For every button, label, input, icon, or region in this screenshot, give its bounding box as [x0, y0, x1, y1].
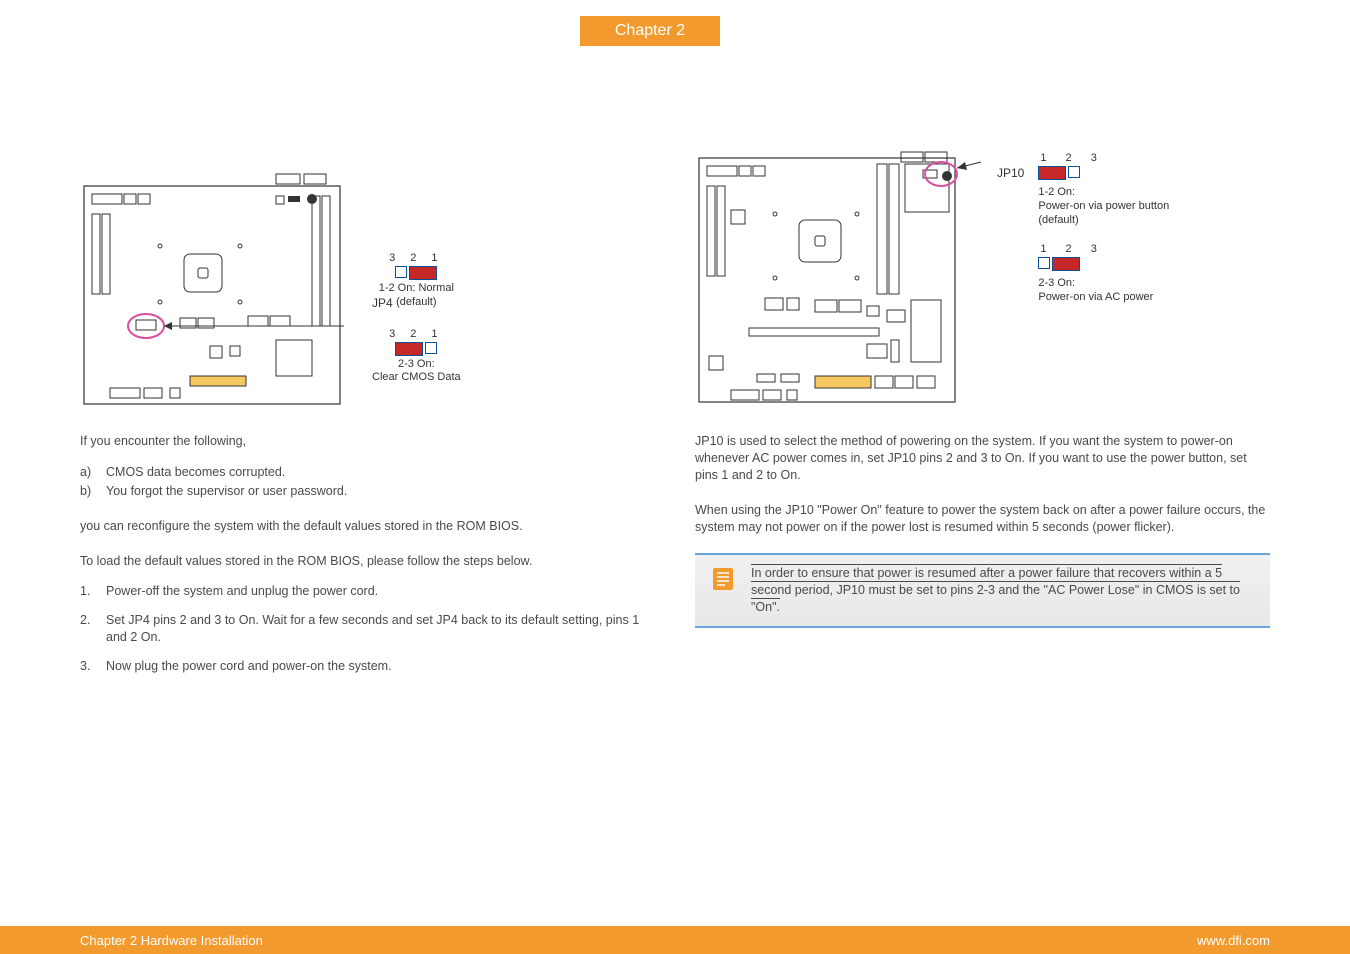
pin-numbers: 1 2 3 [1038, 243, 1169, 255]
jp10-para2: When using the JP10 "Power On" feature t… [695, 502, 1270, 536]
footer-bar: Chapter 2 Hardware Installation www.dfi.… [0, 926, 1350, 954]
pin-numbers: 3 2 1 [372, 252, 461, 264]
note-icon [709, 565, 737, 593]
step-2: 2.Set JP4 pins 2 and 3 to On. Wait for a… [80, 612, 655, 646]
condition-a: a)CMOS data becomes corrupted. [80, 464, 655, 481]
jp4-label: JP4 [372, 296, 393, 310]
jp10-button-label: 1-2 On: Power-on via power button (defau… [1038, 186, 1169, 227]
jp10-ac-label: 2-3 On: Power-on via AC power [1038, 277, 1169, 305]
jp4-setting-clear: 3 2 1 2-3 On: Clear CMOS Data [372, 328, 461, 386]
jp10-setting-ac: 1 2 3 2-3 On: Power-on via AC power [1038, 243, 1169, 305]
left-column: 3 2 1 1-2 On: Normal (default) JP4 [80, 150, 655, 687]
pin-numbers: 1 2 3 [1038, 152, 1169, 164]
para-reconfigure: you can reconfigure the system with the … [80, 518, 655, 535]
jp10-para1: JP10 is used to select the method of pow… [695, 433, 1270, 484]
jumper-pins-icon [1038, 166, 1169, 180]
jumper-pins-icon [1038, 257, 1169, 271]
motherboard-diagram-jp10 [695, 150, 985, 415]
step-1: 1.Power-off the system and unplug the po… [80, 583, 655, 600]
page-content: Chapter 2 [0, 0, 1350, 926]
two-column-layout: 3 2 1 1-2 On: Normal (default) JP4 [80, 150, 1270, 687]
condition-list: a)CMOS data becomes corrupted. b)You for… [80, 464, 655, 500]
footer-left: Chapter 2 Hardware Installation [80, 933, 263, 948]
jumper-pins-icon [372, 342, 461, 356]
jp10-setting-button: 1 2 3 1-2 On: Power-on via power button … [1038, 152, 1169, 227]
intro-paragraph: If you encounter the following, [80, 433, 655, 450]
jp10-label: JP10 [997, 166, 1024, 180]
condition-b: b)You forgot the supervisor or user pass… [80, 483, 655, 500]
motherboard-diagram-jp4 [80, 150, 360, 415]
chapter-tab: Chapter 2 [580, 16, 720, 46]
jp4-legend: 3 2 1 1-2 On: Normal (default) JP4 [372, 150, 461, 385]
jumper-pins-icon [372, 266, 461, 280]
note-box: In order to ensure that power is resumed… [695, 553, 1270, 628]
step-3: 3.Now plug the power cord and power-on t… [80, 658, 655, 675]
right-column: JP10 1 2 3 1-2 On: Power-on via power bu… [695, 150, 1270, 687]
pin-numbers: 3 2 1 [372, 328, 461, 340]
para-load-defaults: To load the default values stored in the… [80, 553, 655, 570]
jp4-board-section: 3 2 1 1-2 On: Normal (default) JP4 [80, 150, 655, 415]
jp10-legend: JP10 1 2 3 1-2 On: Power-on via power bu… [997, 152, 1169, 305]
jp10-board-section: JP10 1 2 3 1-2 On: Power-on via power bu… [695, 150, 1270, 415]
note-text: In order to ensure that power is resumed… [751, 565, 1256, 616]
step-list: 1.Power-off the system and unplug the po… [80, 583, 655, 675]
jp4-clear-label: 2-3 On: Clear CMOS Data [372, 358, 461, 386]
footer-right: www.dfi.com [1197, 933, 1270, 948]
